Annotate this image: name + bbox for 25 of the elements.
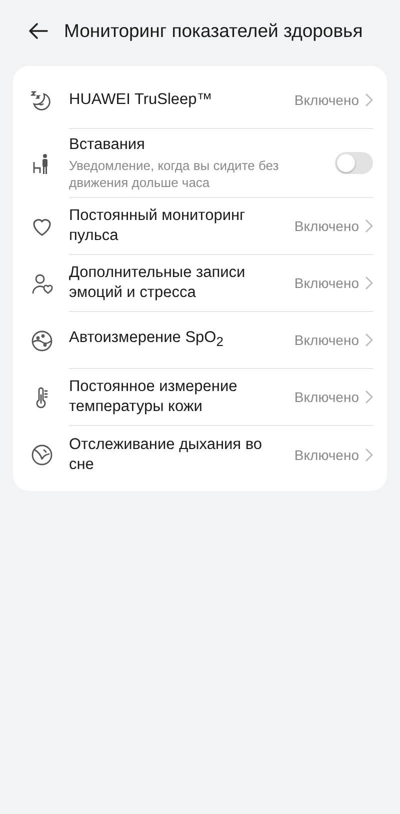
setting-value: Включено <box>294 275 359 291</box>
setting-title: Отслеживание дыхания во сне <box>69 434 264 474</box>
page-title: Мониторинг показателей здоровья <box>64 20 363 42</box>
chevron-icon[interactable] <box>365 276 373 290</box>
chevron-icon[interactable] <box>365 93 373 107</box>
setting-value: Включено <box>294 332 359 348</box>
setting-value: Включено <box>294 92 359 108</box>
person-heart-icon <box>30 272 54 296</box>
chevron-icon[interactable] <box>365 448 373 462</box>
setting-title: Вставания <box>69 135 146 155</box>
setting-description: Уведомление, когда вы сидите без движения дольше часа <box>69 157 280 191</box>
breathing-icon <box>30 442 54 466</box>
chevron-icon[interactable] <box>365 390 373 404</box>
setting-value: Включено <box>294 218 359 234</box>
chevron-icon[interactable] <box>365 333 373 347</box>
setting-value: Включено <box>294 446 359 462</box>
setting-title: Постоянное измерение температуры кожи <box>69 377 238 417</box>
setting-title: HUAWEI TruSleep™ <box>69 90 214 110</box>
setting-value: Включено <box>294 389 359 405</box>
setting-title: Постоянный мониторинг пульса <box>69 206 246 246</box>
toggle-switch[interactable] <box>335 152 373 174</box>
setting-title: Автоизмерение SpO$_{2}$ <box>69 328 224 352</box>
setting-title: Дополнительные записи эмоций и стресса <box>69 263 246 303</box>
blood-cell-icon <box>30 328 54 352</box>
chevron-icon[interactable] <box>365 219 373 233</box>
